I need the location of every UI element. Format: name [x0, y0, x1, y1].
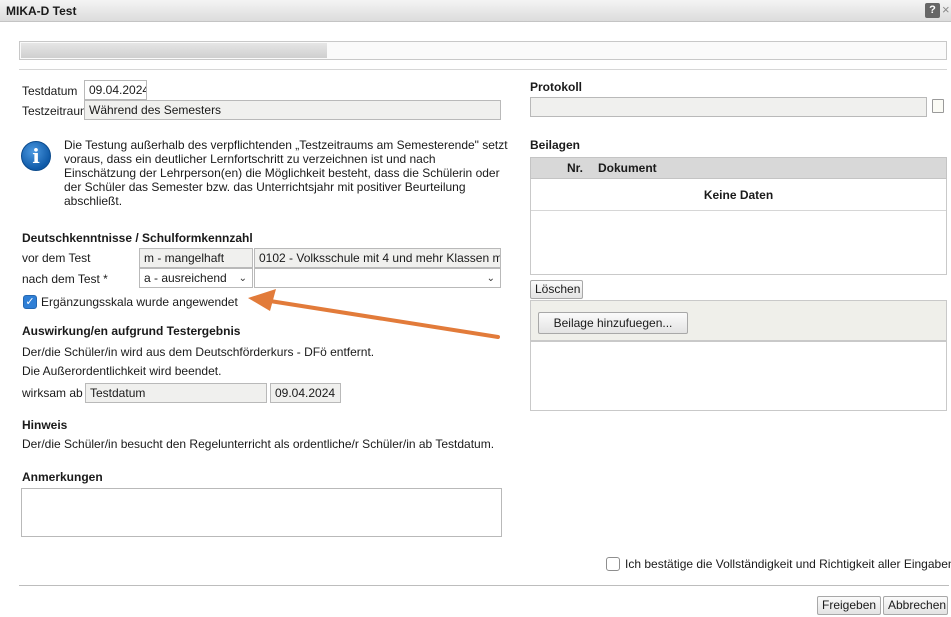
info-text: Die Testung außerhalb des verpflichtende… [64, 138, 509, 208]
column-header-dokument[interactable]: Dokument [598, 161, 657, 175]
info-line: abschließt. [64, 194, 123, 208]
arrow-shaft [268, 299, 500, 339]
loeschen-button[interactable]: Löschen [530, 280, 583, 299]
progress-bar [19, 41, 947, 60]
nach-test-value: a - ausreichend [144, 271, 227, 285]
info-line: Einschätzung der Lehrperson(en) die Mögl… [64, 166, 500, 180]
beilagen-table-header [530, 157, 947, 179]
window-title: MIKA-D Test [6, 4, 77, 18]
anmerkungen-heading: Anmerkungen [22, 470, 103, 484]
hinweis-heading: Hinweis [22, 418, 68, 432]
info-icon: i [21, 141, 51, 171]
upload-list [530, 341, 947, 411]
nach-test-select[interactable]: a - ausreichend ⌄ [139, 268, 253, 288]
hinweis-text: Der/die Schüler/in besucht den Regelunte… [22, 437, 495, 451]
empty-table-text: Keine Daten [703, 188, 774, 202]
freigeben-button[interactable]: Freigeben [817, 596, 881, 615]
testzeitraum-label: Testzeitraum [22, 104, 91, 118]
progress-fill [21, 43, 327, 58]
abbrechen-button[interactable]: Abbrechen [883, 596, 948, 615]
confirm-label: Ich bestätige die Vollständigkeit und Ri… [625, 557, 951, 571]
chevron-down-icon: ⌄ [486, 273, 495, 284]
annotation-arrow [248, 289, 500, 339]
confirm-checkbox[interactable] [606, 557, 620, 571]
nach-test-label: nach dem Test * [22, 272, 108, 286]
beilagen-heading: Beilagen [530, 138, 581, 152]
table-row-divider [531, 210, 946, 211]
chevron-down-icon: ⌄ [238, 273, 247, 284]
protokoll-heading: Protokoll [530, 80, 583, 94]
info-line: der Schüler das Semester bzw. das Unterr… [64, 180, 466, 194]
wirksam-field: Testdatum [85, 383, 267, 403]
protokoll-field [530, 97, 927, 117]
add-beilage-button[interactable]: Beilage hinzufuegen... [538, 312, 688, 334]
auswirkung-line1: Der/die Schüler/in wird aus dem Deutschf… [22, 345, 375, 359]
testzeitraum-field: Während des Semesters [84, 100, 501, 120]
ergaenzung-label: Ergänzungsskala wurde angewendet [41, 295, 238, 309]
window-titlebar [0, 0, 951, 22]
divider [19, 69, 947, 70]
note-icon[interactable] [932, 99, 944, 113]
close-button[interactable]: × [942, 2, 950, 18]
ergaenzung-checkbox[interactable]: ✓ [23, 295, 37, 309]
vor-test-label: vor dem Test [22, 251, 91, 265]
help-button[interactable]: ? [925, 3, 940, 18]
testdatum-label: Testdatum [22, 84, 78, 98]
auswirkung-line2: Die Außerordentlichkeit wird beendet. [22, 364, 222, 378]
wirksam-label: wirksam ab [22, 386, 83, 400]
footer-divider [19, 585, 949, 586]
vor-test-field: m - mangelhaft [139, 248, 253, 268]
info-line: voraus, dass ein deutlicher Lernfortschr… [64, 152, 436, 166]
wirksam-date-field: 09.04.2024 [270, 383, 341, 403]
anmerkungen-textarea[interactable] [21, 488, 502, 537]
arrow-head [248, 289, 276, 311]
column-header-nr[interactable]: Nr. [567, 161, 583, 175]
testdatum-field[interactable]: 09.04.2024 [84, 80, 147, 100]
info-line: Die Testung außerhalb des verpflichtende… [64, 138, 508, 152]
kenntnisse-heading: Deutschkenntnisse / Schulformkennzahl [22, 231, 253, 245]
auswirkung-heading: Auswirkung/en aufgrund Testergebnis [22, 324, 241, 338]
vor-schulform-field: 0102 - Volksschule mit 4 und mehr Klasse… [254, 248, 501, 268]
